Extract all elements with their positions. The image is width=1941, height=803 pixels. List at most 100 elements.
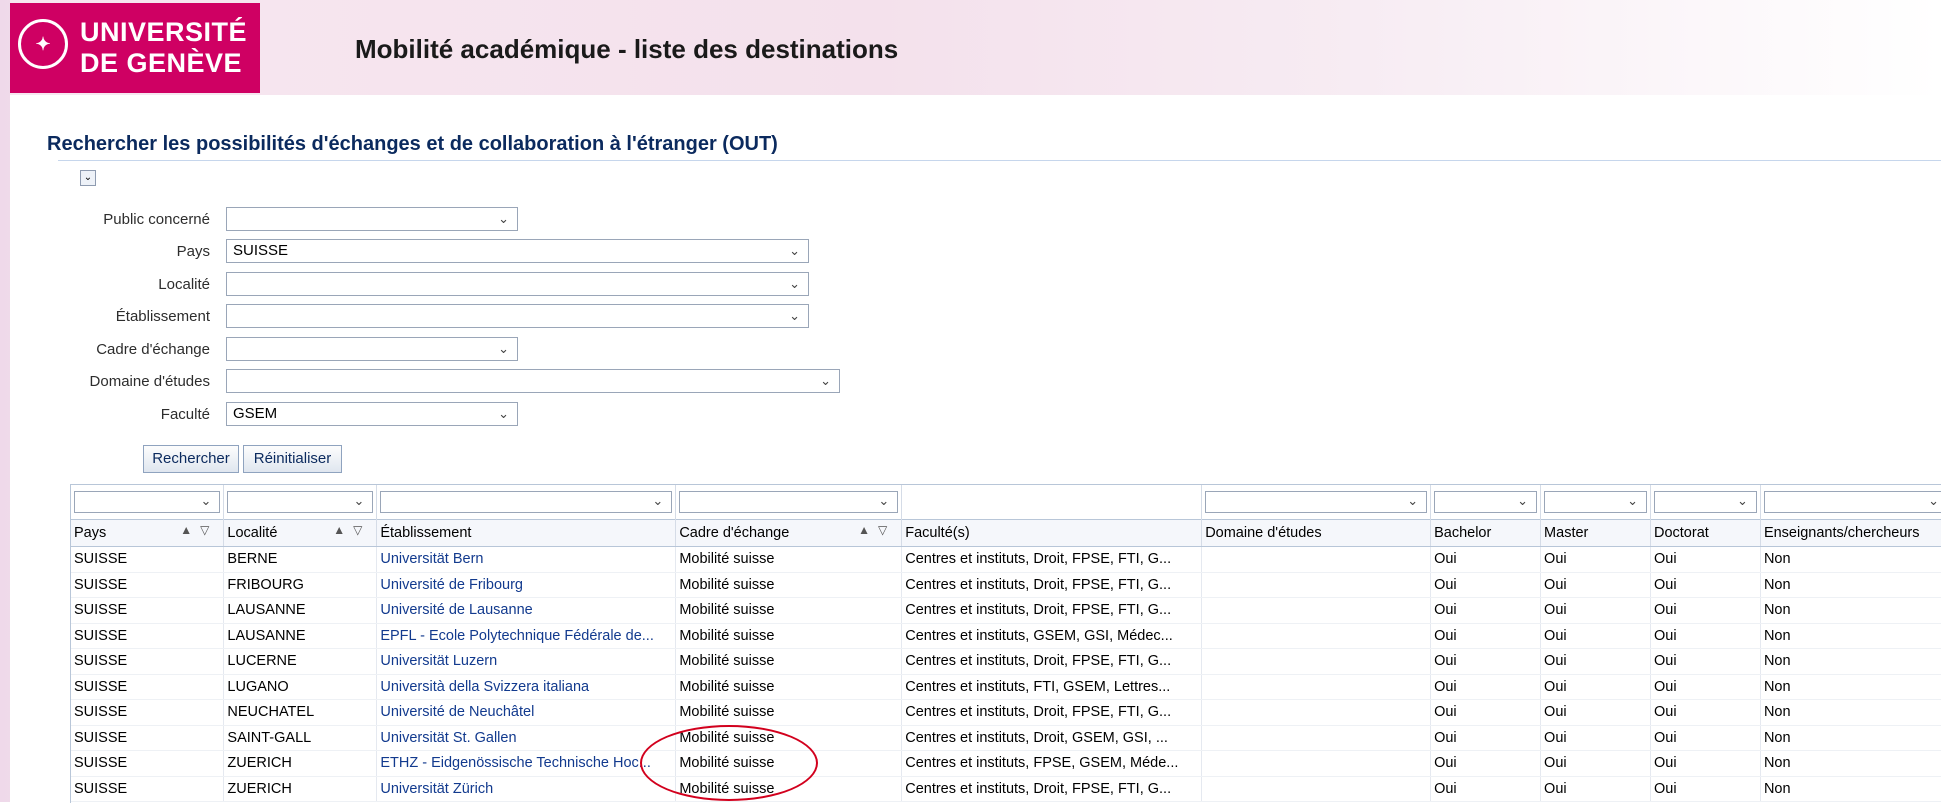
table-cell: SUISSE	[71, 776, 225, 802]
logo-line-2: DE GENÈVE	[80, 48, 243, 78]
localite-label: Localité	[158, 276, 210, 293]
table-cell: SUISSE	[71, 597, 225, 624]
table-cell: Oui	[1540, 674, 1651, 700]
column-title-facultes: Faculté(s)	[905, 525, 970, 541]
column-header-doctorat: Doctorat	[1650, 519, 1761, 547]
table-cell: Oui	[1540, 725, 1651, 751]
column-title-etablissement: Établissement	[380, 525, 472, 541]
table-cell: Oui	[1430, 572, 1542, 598]
table-row: SUISSE BERNE Universität Bern Mobilité suis…	[71, 546, 1941, 573]
filter-master[interactable]: ⌄	[1544, 491, 1647, 513]
column-header-pays[interactable]: Pays ▲▽	[71, 519, 225, 547]
etablissement-label: Établissement	[115, 308, 210, 325]
filter-bachelor[interactable]: ⌄	[1434, 491, 1538, 513]
table-cell: Non	[1760, 674, 1941, 700]
institution-link[interactable]: Università della Svizzera italiana	[376, 674, 677, 700]
institution-link[interactable]: Universität Bern	[376, 546, 677, 573]
sort-arrows-icon[interactable]: ▲▽	[180, 523, 217, 537]
table-cell: Non	[1760, 572, 1941, 598]
filter-localite[interactable]: ⌄	[227, 491, 374, 513]
institution-link[interactable]: Universität St. Gallen	[376, 725, 677, 751]
sort-arrows-icon[interactable]: ▲▽	[858, 523, 895, 537]
column-title-bachelor: Bachelor	[1434, 525, 1492, 541]
institution-link[interactable]: ETHZ - Eidgenössische Technische Hoc...	[376, 750, 677, 777]
table-cell: Non	[1760, 597, 1941, 624]
institution-link[interactable]: Université de Lausanne	[376, 597, 677, 624]
domaine-select[interactable]: ⌄	[226, 369, 840, 393]
filter-pays[interactable]: ⌄	[74, 491, 221, 513]
sort-arrows-icon[interactable]: ▲▽	[333, 523, 370, 537]
table-cell	[1201, 750, 1432, 777]
table-cell: Oui	[1650, 776, 1761, 802]
institution-link[interactable]: EPFL - Ecole Polytechnique Fédérale de..…	[376, 623, 677, 649]
pays-select[interactable]: SUISSE ⌄	[226, 239, 809, 263]
collapse-toggle-icon[interactable]: ⌄	[80, 170, 96, 186]
institution-link[interactable]: Universität Luzern	[376, 648, 677, 675]
etablissement-select[interactable]: ⌄	[226, 304, 809, 328]
table-cell: Oui	[1430, 597, 1542, 624]
table-cell: SUISSE	[71, 699, 225, 726]
table-cell: Oui	[1650, 750, 1761, 777]
table-cell: Non	[1760, 546, 1941, 573]
institution-link[interactable]: Université de Neuchâtel	[376, 699, 677, 726]
column-title-localite: Localité	[227, 525, 278, 541]
filter-enseignants[interactable]: ⌄	[1763, 491, 1941, 513]
chevron-down-icon: ⌄	[789, 243, 800, 258]
table-row: SUISSE NEUCHATEL Université de Neuchâtel Mo…	[71, 699, 1941, 726]
table-cell: Oui	[1650, 699, 1761, 726]
chevron-down-icon: ⌄	[789, 308, 800, 323]
logo-line-1: UNIVERSITÉ	[80, 17, 248, 47]
public-select[interactable]: ⌄	[226, 207, 518, 231]
table-row: SUISSE LUGANO Università della Svizzera it…	[71, 674, 1941, 700]
filter-cadre[interactable]: ⌄	[679, 491, 899, 513]
table-cell: Mobilité suisse	[675, 699, 903, 726]
column-header-master: Master	[1540, 519, 1651, 547]
table-cell: SUISSE	[71, 572, 225, 598]
chevron-down-icon: ⌄	[1928, 493, 1939, 508]
column-header-bachelor: Bachelor	[1430, 519, 1542, 547]
results-table: ⌄ ⌄ ⌄ ⌄ ⌄ ⌄ ⌄ ⌄ ⌄ Pays ▲▽ Localité ▲▽ Étab…	[71, 485, 1941, 802]
table-cell: Centres et instituts, Droit, FPSE, FTI, …	[901, 597, 1203, 624]
reset-button[interactable]: Réinitialiser	[243, 445, 342, 473]
table-cell: SAINT-GALL	[223, 725, 378, 751]
table-cell: Centres et instituts, Droit, FPSE, FTI, …	[901, 546, 1203, 573]
table-cell: FRIBOURG	[223, 572, 378, 598]
table-cell: BERNE	[223, 546, 378, 573]
table-cell	[1201, 699, 1432, 726]
table-cell: Mobilité suisse	[675, 623, 903, 649]
table-row: SUISSE SAINT-GALL Universität St. Gallen Mo…	[71, 725, 1941, 751]
table-cell: ZUERICH	[223, 750, 378, 777]
table-cell: NEUCHATEL	[223, 699, 378, 726]
filter-doctorat[interactable]: ⌄	[1653, 491, 1757, 513]
table-row: SUISSE ZUERICH ETHZ - Eidgenössische Techn…	[71, 750, 1941, 777]
chevron-down-icon: ⌄	[498, 211, 509, 226]
pays-value: SUISSE	[233, 242, 289, 259]
column-header-cadre[interactable]: Cadre d'échange ▲▽	[675, 519, 903, 547]
cadre-select[interactable]: ⌄	[226, 337, 518, 361]
table-cell	[1201, 648, 1432, 675]
table-cell: LUGANO	[223, 674, 378, 700]
filter-etablissement[interactable]: ⌄	[380, 491, 673, 513]
results-table-wrapper: ⌄ ⌄ ⌄ ⌄ ⌄ ⌄ ⌄ ⌄ ⌄ Pays ▲▽ Localité ▲▽ Étab…	[70, 484, 1941, 803]
table-cell: Centres et instituts, GSEM, GSI, Médec..…	[901, 623, 1203, 649]
search-button[interactable]: Rechercher	[143, 445, 239, 473]
table-cell: Mobilité suisse	[675, 546, 903, 573]
university-logo[interactable]: ✦ UNIVERSITÉ DE GENÈVE	[10, 3, 260, 93]
app-title: Mobilité académique - liste des destinat…	[355, 34, 899, 64]
institution-link[interactable]: Universität Zürich	[376, 776, 677, 802]
chevron-down-icon: ⌄	[1737, 493, 1748, 508]
table-cell: Centres et instituts, Droit, FPSE, FTI, …	[901, 572, 1203, 598]
table-cell	[1201, 674, 1432, 700]
table-cell: Centres et instituts, FPSE, GSEM, Méde..…	[901, 750, 1203, 777]
table-cell: Oui	[1540, 546, 1651, 573]
column-header-localite[interactable]: Localité ▲▽	[223, 519, 378, 547]
faculte-select[interactable]: GSEM ⌄	[226, 402, 518, 426]
table-cell: Oui	[1540, 597, 1651, 624]
table-cell	[1201, 597, 1432, 624]
localite-select[interactable]: ⌄	[226, 272, 809, 296]
filter-domaine[interactable]: ⌄	[1205, 491, 1428, 513]
table-cell: Oui	[1650, 597, 1761, 624]
institution-link[interactable]: Université de Fribourg	[376, 572, 677, 598]
table-cell: Oui	[1540, 648, 1651, 675]
table-cell: Non	[1760, 648, 1941, 675]
